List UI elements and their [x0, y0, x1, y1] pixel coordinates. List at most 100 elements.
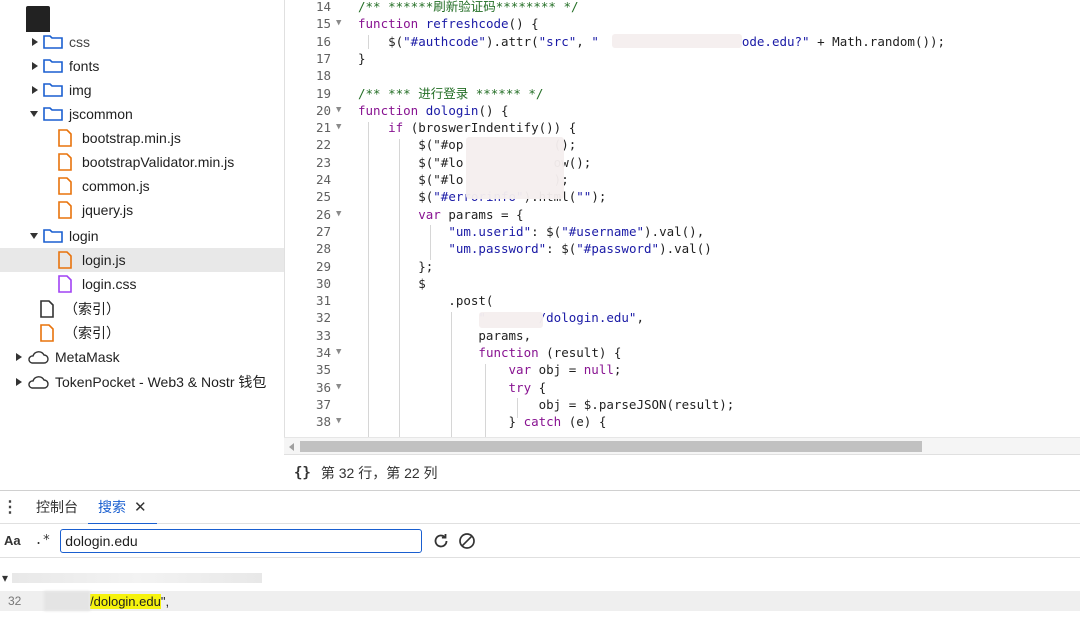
search-input[interactable]: [60, 528, 423, 553]
line-number: 26: [315, 206, 331, 222]
code-line[interactable]: 30 $: [285, 275, 1080, 292]
fold-arrow-icon[interactable]: ▼: [336, 206, 348, 223]
code-line[interactable]: 34 ▼ function (result) {: [285, 344, 1080, 361]
css-file-icon: [58, 275, 72, 293]
code-line[interactable]: 37 obj = $.parseJSON(result);: [285, 396, 1080, 413]
scroll-left-icon[interactable]: [289, 443, 294, 451]
fold-arrow-icon[interactable]: ▼: [336, 344, 348, 361]
tree-item-label: jscommon: [69, 106, 133, 122]
tree-item-index-script[interactable]: （索引）: [0, 321, 284, 345]
code-line[interactable]: 33 params,: [285, 327, 1080, 344]
code-line[interactable]: 22 $("#op ();: [285, 136, 1080, 153]
tab-search[interactable]: 搜索 ✕: [88, 490, 157, 525]
code-text: "um.password": $("#password").val(): [448, 241, 712, 257]
document-file-icon: [40, 300, 54, 318]
tab-console[interactable]: 控制台: [26, 490, 88, 524]
tree-item-label: css: [69, 34, 90, 50]
code-text: var obj = null;: [508, 362, 622, 378]
result-line-number: 32: [8, 594, 22, 608]
code-editor[interactable]: 14 /** ******刷新验证码******** */ 15 ▼ function …: [284, 0, 1080, 437]
line-number: 33: [315, 327, 331, 343]
js-file-icon: [58, 201, 72, 219]
line-number: 22: [315, 137, 331, 153]
expanded-arrow-icon[interactable]: [30, 231, 40, 241]
horizontal-scrollbar[interactable]: [284, 437, 1080, 454]
code-line[interactable]: 20 ▼ function dologin() {: [285, 102, 1080, 119]
code-line[interactable]: 19 /** *** 进行登录 ****** */: [285, 85, 1080, 102]
indent-guide: [430, 225, 431, 260]
cursor-position: 第 32 行，第 22 列: [320, 464, 438, 481]
search-bar: Aa .*: [0, 524, 1080, 558]
search-result-row[interactable]: 32 " /dologin.edu ",: [0, 591, 1080, 611]
tree-item-label: login.css: [82, 276, 137, 292]
fold-arrow-icon[interactable]: ▼: [336, 413, 348, 430]
code-line[interactable]: 23 $("#lo ow();: [285, 154, 1080, 171]
editor-status-bar: {} 第 32 行，第 22 列: [284, 454, 1080, 490]
collapsed-arrow-icon[interactable]: [30, 61, 40, 71]
code-text: };: [358, 258, 434, 274]
code-line[interactable]: 38 ▼ } catch (e) {: [285, 413, 1080, 430]
fold-arrow-icon[interactable]: ▼: [336, 15, 348, 32]
line-number: 14: [315, 0, 331, 14]
tree-item-tokenpocket[interactable]: TokenPocket - Web3 & Nostr 钱包: [0, 370, 284, 394]
line-number: 34: [315, 345, 331, 360]
code-text: obj = $.parseJSON(result);: [358, 396, 735, 412]
tree-item-img[interactable]: img: [0, 78, 284, 102]
collapsed-arrow-icon[interactable]: [14, 352, 24, 362]
collapsed-arrow-icon[interactable]: [30, 85, 40, 95]
tree-item-bootstrapvalidator-min-js[interactable]: bootstrapValidator.min.js: [0, 150, 284, 174]
tree-item-fonts[interactable]: fonts: [0, 54, 284, 78]
code-line[interactable]: 24 $("#lo );: [285, 171, 1080, 188]
code-line[interactable]: 21 ▼ if (broswerIndentify()) {: [285, 119, 1080, 136]
tree-item-metamask[interactable]: MetaMask: [0, 345, 284, 369]
code-line[interactable]: 31 .post(: [285, 292, 1080, 309]
code-line[interactable]: 29 };: [285, 258, 1080, 275]
code-line[interactable]: 32 " /dologin.edu",: [285, 309, 1080, 326]
fold-arrow-icon[interactable]: ▼: [336, 119, 348, 136]
code-text: function refreshcode() {: [358, 16, 539, 32]
match-case-toggle[interactable]: Aa: [4, 533, 21, 548]
tree-item-css[interactable]: css: [0, 30, 284, 54]
code-line[interactable]: 28 "um.password": $("#password").val(): [285, 240, 1080, 257]
code-line[interactable]: 15 ▼ function refreshcode() {: [285, 15, 1080, 32]
collapsed-arrow-icon[interactable]: [30, 37, 40, 47]
tree-item-login-js[interactable]: login.js: [0, 248, 284, 272]
line-number: 17: [315, 50, 331, 66]
tree-item-bootstrap-min-js[interactable]: bootstrap.min.js: [0, 126, 284, 150]
indent-guide: [517, 398, 518, 418]
code-text: } catch (e) {: [358, 414, 607, 430]
fold-arrow-icon[interactable]: ▼: [336, 379, 348, 396]
more-options-icon[interactable]: ⋮: [0, 497, 20, 517]
tree-item-label: jquery.js: [82, 202, 134, 218]
tree-item-login[interactable]: login: [0, 224, 284, 248]
result-file-header[interactable]: ▾: [0, 570, 300, 586]
close-icon[interactable]: ✕: [134, 498, 147, 516]
code-line[interactable]: 25 $("#errorinfo").html("");: [285, 188, 1080, 205]
cloud-icon: [27, 350, 49, 364]
code-line[interactable]: 17}: [285, 50, 1080, 67]
redacted-prefix: [44, 591, 90, 611]
line-number: 15: [315, 16, 331, 32]
clear-icon[interactable]: [456, 530, 478, 552]
collapsed-arrow-icon[interactable]: [14, 377, 24, 387]
tree-item-jscommon[interactable]: jscommon: [0, 102, 284, 126]
line-number: 16: [315, 33, 331, 49]
fold-arrow-icon[interactable]: ▼: [336, 102, 348, 119]
code-line[interactable]: 36 ▼ try {: [285, 379, 1080, 396]
refresh-icon[interactable]: [430, 530, 452, 552]
expanded-arrow-icon[interactable]: ▾: [2, 571, 8, 585]
line-number: 23: [315, 154, 331, 170]
pretty-print-icon[interactable]: {}: [294, 465, 311, 481]
tree-item-login-css[interactable]: login.css: [0, 272, 284, 296]
code-line[interactable]: 18: [285, 67, 1080, 84]
regex-toggle[interactable]: .*: [35, 533, 51, 548]
code-line[interactable]: 27 "um.userid": $("#username").val(),: [285, 223, 1080, 240]
expanded-arrow-icon[interactable]: [30, 109, 40, 119]
code-line[interactable]: 14 /** ******刷新验证码******** */: [285, 0, 1080, 15]
code-line[interactable]: 35 var obj = null;: [285, 361, 1080, 378]
code-line[interactable]: 26 ▼ var params = {: [285, 206, 1080, 223]
tree-item-jquery-js[interactable]: jquery.js: [0, 198, 284, 222]
scrollbar-thumb[interactable]: [300, 441, 922, 452]
tree-item-common-js[interactable]: common.js: [0, 174, 284, 198]
tree-item-index-document[interactable]: （索引）: [0, 297, 284, 321]
